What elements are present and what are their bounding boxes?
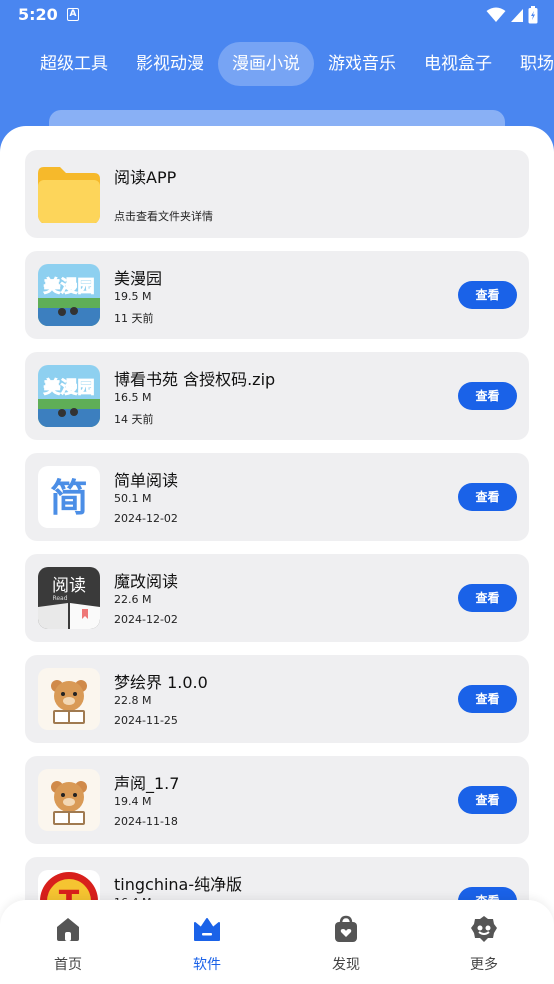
app-date: 2024-12-02	[114, 512, 178, 525]
nav-home-label: 首页	[54, 957, 82, 973]
status-icons	[486, 6, 538, 24]
view-button[interactable]: 查看	[458, 382, 517, 410]
yuedu-app-icon: 阅读 Read	[38, 567, 100, 629]
list-item[interactable]: 阅读 Read 魔改阅读 22.6 M 2024-12-02 查看	[25, 554, 529, 642]
view-button[interactable]: 查看	[458, 584, 517, 612]
folder-icon	[38, 163, 100, 225]
bear-app-icon	[38, 769, 100, 831]
tab-game-music[interactable]: 游戏音乐	[314, 42, 410, 86]
status-time: 5:20	[18, 5, 58, 24]
jian-app-icon: 简	[38, 466, 100, 528]
list-item[interactable]: 梦绘界 1.0.0 22.8 M 2024-11-25 查看	[25, 655, 529, 743]
accessibility-icon: A	[67, 8, 79, 21]
list-item[interactable]: 简 简单阅读 50.1 M 2024-12-02 查看	[25, 453, 529, 541]
view-button[interactable]: 查看	[458, 685, 517, 713]
tab-tv-box[interactable]: 电视盒子	[410, 42, 506, 86]
meimanyuan-app-icon: 美漫园	[38, 365, 100, 427]
home-icon	[57, 918, 79, 941]
folder-subtitle: 点击查看文件夹详情	[114, 210, 213, 223]
nav-more-label: 更多	[470, 957, 498, 973]
app-name: 简单阅读	[114, 471, 179, 490]
view-button[interactable]: 查看	[458, 786, 517, 814]
tab-super-tools[interactable]: 超级工具	[26, 42, 122, 86]
file-list: 阅读APP 点击查看文件夹详情 美漫园 美漫园 19.5 M 11 天前 查看	[25, 150, 529, 958]
nav-more[interactable]: 更多	[444, 914, 524, 974]
app-icon-text: 美漫园	[44, 276, 95, 297]
app-size: 22.6 M	[114, 593, 152, 606]
tab-workplace[interactable]: 职场	[506, 42, 554, 86]
list-item[interactable]: 美漫园 美漫园 19.5 M 11 天前 查看	[25, 251, 529, 339]
nav-home[interactable]: 首页	[28, 914, 108, 974]
wifi-icon	[486, 7, 506, 22]
crown-icon	[194, 918, 220, 941]
more-icon	[471, 916, 497, 942]
nav-discover[interactable]: 发现	[306, 914, 386, 974]
battery-icon	[528, 6, 538, 24]
app-icon-text: 阅读	[52, 576, 86, 596]
app-date: 14 天前	[114, 413, 154, 426]
app-name: tingchina-纯净版	[114, 875, 243, 894]
app-date: 2024-11-25	[114, 714, 178, 727]
app-date: 11 天前	[114, 312, 154, 325]
app-name: 博看书苑 含授权码.zip	[114, 370, 276, 389]
app-size: 19.4 M	[114, 795, 152, 808]
app-size: 22.8 M	[114, 694, 152, 707]
app-date: 2024-12-02	[114, 613, 178, 626]
list-item[interactable]: 声阅_1.7 19.4 M 2024-11-18 查看	[25, 756, 529, 844]
app-size: 16.5 M	[114, 391, 152, 404]
view-button[interactable]: 查看	[458, 281, 517, 309]
app-size: 50.1 M	[114, 492, 152, 505]
app-name: 梦绘界 1.0.0	[114, 673, 208, 692]
tab-film-anime[interactable]: 影视动漫	[122, 42, 218, 86]
app-size: 19.5 M	[114, 290, 152, 303]
bear-app-icon	[38, 668, 100, 730]
app-icon-text: 美漫园	[44, 377, 95, 398]
app-name: 声阅_1.7	[114, 774, 180, 793]
app-name: 魔改阅读	[114, 572, 179, 591]
app-date: 2024-11-18	[114, 815, 178, 828]
app-name: 美漫园	[114, 269, 163, 288]
signal-icon	[511, 9, 523, 22]
meimanyuan-app-icon: 美漫园	[38, 264, 100, 326]
app-icon-text: 简	[50, 476, 88, 520]
status-bar: 5:20 A	[0, 0, 554, 32]
nav-software[interactable]: 软件	[167, 914, 247, 974]
nav-software-label: 软件	[193, 957, 221, 973]
content-sheet: 阅读APP 点击查看文件夹详情 美漫园 美漫园 19.5 M 11 天前 查看	[0, 126, 554, 984]
view-button[interactable]: 查看	[458, 483, 517, 511]
bottom-nav: 首页 软件 发现 更多	[0, 900, 554, 984]
app-icon-subtext: Read	[52, 595, 67, 602]
tab-comic-novel[interactable]: 漫画小说	[218, 42, 314, 86]
nav-discover-label: 发现	[332, 957, 360, 973]
folder-name: 阅读APP	[114, 168, 177, 187]
category-tabs: 超级工具 影视动漫 漫画小说 游戏音乐 电视盒子 职场	[26, 42, 554, 86]
list-item[interactable]: 美漫园 博看书苑 含授权码.zip 16.5 M 14 天前 查看	[25, 352, 529, 440]
folder-card[interactable]: 阅读APP 点击查看文件夹详情	[25, 150, 529, 238]
bag-icon	[335, 915, 357, 942]
